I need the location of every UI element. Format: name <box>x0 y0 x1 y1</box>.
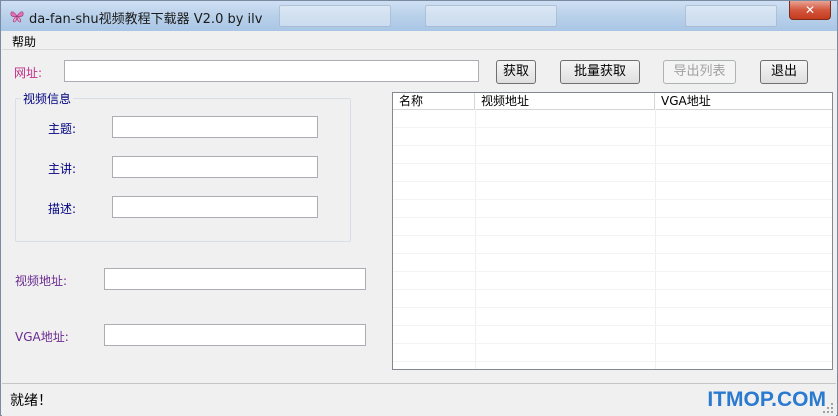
list-row-gridline <box>393 289 832 290</box>
window-title: da-fan-shu视频教程下载器 V2.0 by ilv <box>29 12 263 27</box>
list-row-gridline <box>393 361 832 362</box>
list-row-gridline <box>393 307 832 308</box>
fetch-button[interactable]: 获取 <box>496 60 536 84</box>
vga-url-input[interactable] <box>104 324 366 346</box>
list-row-gridline <box>393 217 832 218</box>
list-row-gridline <box>393 325 832 326</box>
description-label: 描述: <box>48 202 77 216</box>
column-divider <box>475 109 476 369</box>
url-label: 网址: <box>14 66 43 80</box>
background-taskbar-tab <box>685 5 777 27</box>
list-row-gridline <box>393 271 832 272</box>
results-list[interactable]: 名称 视频地址 VGA地址 <box>392 92 833 370</box>
speaker-input[interactable] <box>112 156 318 178</box>
menu-bar: 帮助 <box>2 31 836 50</box>
list-row-gridline <box>393 199 832 200</box>
export-list-button[interactable]: 导出列表 <box>663 60 736 84</box>
subject-input[interactable] <box>112 116 318 138</box>
url-input[interactable] <box>64 60 479 82</box>
video-url-label: 视频地址: <box>15 274 68 288</box>
list-header: 名称 视频地址 VGA地址 <box>393 93 832 110</box>
menu-item-help[interactable]: 帮助 <box>12 33 36 50</box>
close-button[interactable]: ✕ <box>789 1 831 20</box>
status-bar: 就绪！ ITMOP.COM <box>2 383 836 416</box>
video-url-input[interactable] <box>104 268 366 290</box>
video-info-group-title: 视频信息 <box>21 90 74 107</box>
list-row-gridline <box>393 235 832 236</box>
status-text: 就绪！ <box>10 393 52 409</box>
column-divider <box>655 109 656 369</box>
exit-button[interactable]: 退出 <box>760 60 808 84</box>
vga-url-label: VGA地址: <box>15 330 69 344</box>
butterfly-icon <box>10 11 24 23</box>
description-input[interactable] <box>112 196 318 218</box>
column-header-vga-url[interactable]: VGA地址 <box>655 93 832 109</box>
app-window: da-fan-shu视频教程下载器 V2.0 by ilv ✕ 帮助 网址: 获… <box>0 0 838 416</box>
subject-label: 主题: <box>48 122 77 136</box>
list-row-gridline <box>393 145 832 146</box>
list-row-gridline <box>393 163 832 164</box>
batch-fetch-button[interactable]: 批量获取 <box>560 60 640 84</box>
background-taskbar-tab <box>279 5 391 27</box>
column-header-name[interactable]: 名称 <box>393 93 475 109</box>
title-bar[interactable]: da-fan-shu视频教程下载器 V2.0 by ilv ✕ <box>1 1 837 31</box>
speaker-label: 主讲: <box>48 162 77 176</box>
list-row-gridline <box>393 181 832 182</box>
watermark: ITMOP.COM <box>707 388 826 411</box>
list-row-gridline <box>393 127 832 128</box>
list-row-gridline <box>393 343 832 344</box>
list-row-gridline <box>393 253 832 254</box>
column-header-video-url[interactable]: 视频地址 <box>475 93 655 109</box>
resize-grip-icon[interactable] <box>822 402 834 414</box>
background-taskbar-tab <box>425 5 557 27</box>
